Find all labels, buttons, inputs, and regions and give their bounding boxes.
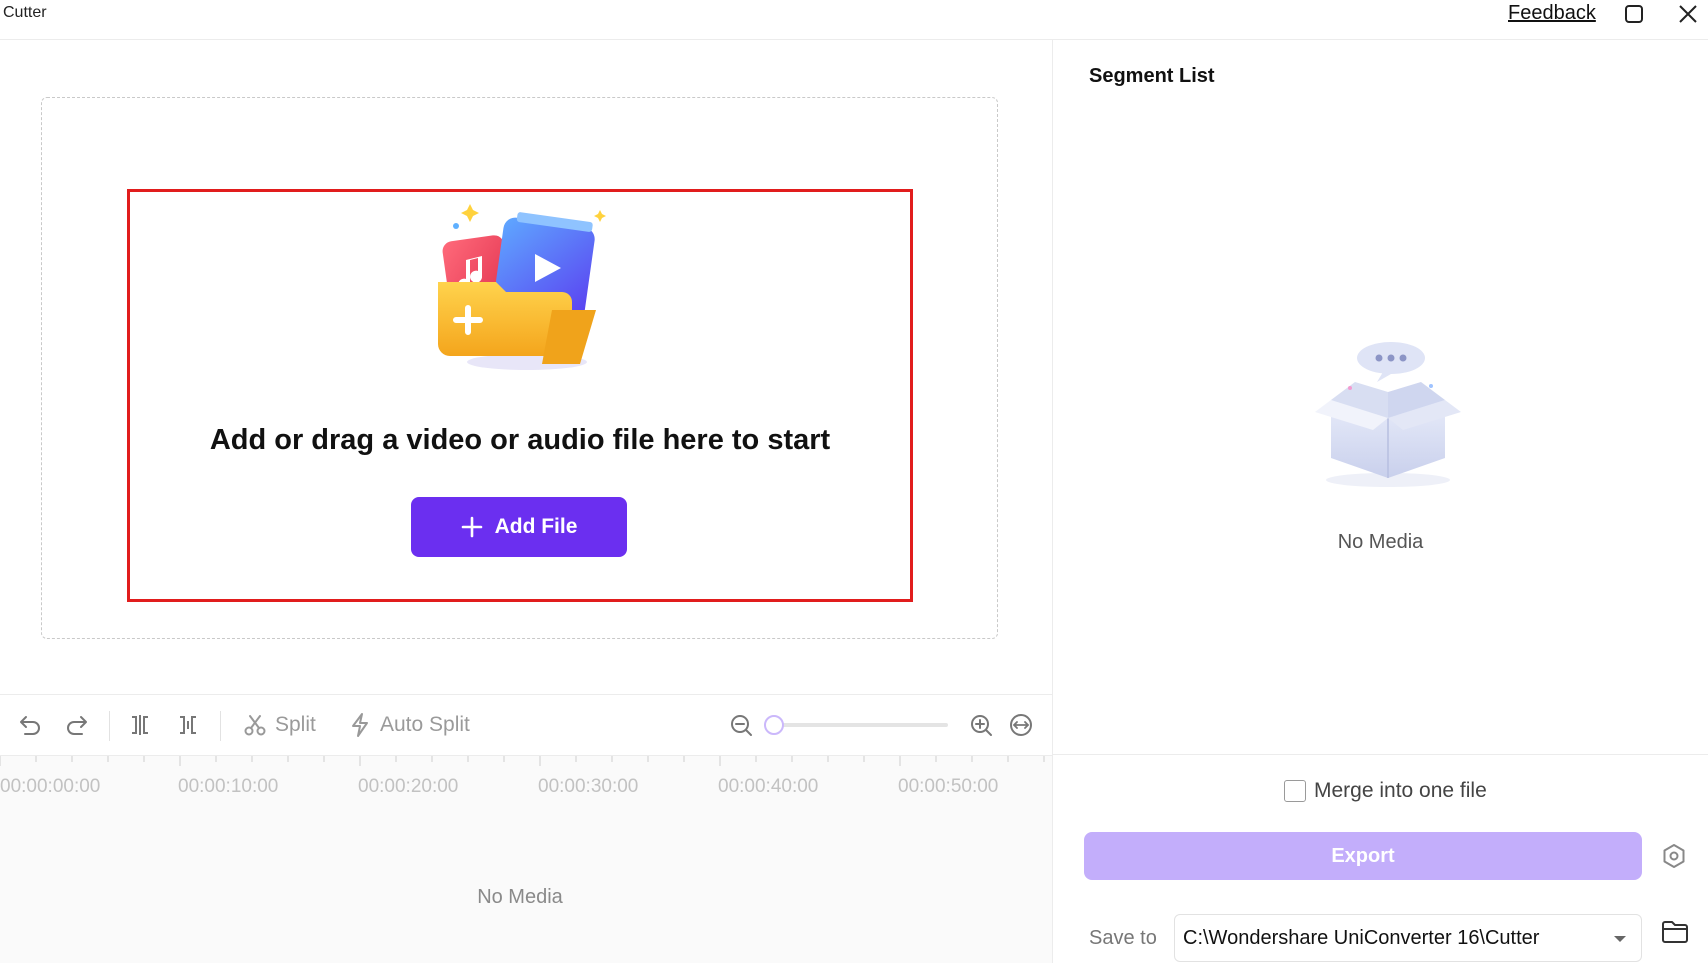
panel-divider: [1053, 754, 1708, 755]
segment-panel: Segment List No Media Merge into one fil…: [1053, 40, 1708, 963]
save-path-value: C:\Wondershare UniConverter 16\Cutter: [1183, 927, 1540, 949]
drop-prompt: Add or drag a video or audio file here t…: [209, 424, 831, 456]
export-settings-button[interactable]: [1658, 840, 1690, 872]
maximize-icon: [1625, 5, 1643, 23]
merge-option[interactable]: Merge into one file: [1284, 779, 1487, 803]
timeline-empty-text: No Media: [477, 886, 563, 908]
trim-end-icon: [180, 716, 196, 734]
close-icon: [1679, 5, 1697, 23]
redo-button[interactable]: [64, 708, 90, 742]
timeline-area[interactable]: 00:00:00:00 00:00:10:00 00:00:20:00 00:0…: [0, 756, 1052, 963]
auto-split-label: Auto Split: [380, 713, 470, 736]
feedback-link[interactable]: Feedback: [1508, 2, 1596, 25]
redo-icon: [67, 716, 87, 735]
trim-start-icon: [132, 715, 148, 735]
zoom-out-icon: [731, 715, 752, 736]
time-tick-label: 00:00:30:00: [538, 776, 639, 797]
fit-timeline-button[interactable]: [1008, 708, 1034, 742]
save-path-dropdown[interactable]: C:\Wondershare UniConverter 16\Cutter: [1174, 914, 1642, 962]
add-file-label: Add File: [494, 515, 578, 538]
title-bar: Cutter Feedback: [0, 0, 1708, 40]
plus-icon: [461, 516, 482, 538]
empty-box-icon: [1315, 342, 1461, 487]
segment-empty-text: No Media: [1337, 531, 1424, 553]
toolbar-divider: [109, 711, 110, 741]
dropdown-arrow-icon: [1614, 936, 1626, 942]
trim-end-button[interactable]: [176, 708, 200, 742]
time-tick-label: 00:00:40:00: [718, 776, 819, 797]
zoom-in-icon: [971, 715, 992, 736]
settings-icon: [1663, 844, 1685, 868]
timeline-toolbar: Split Auto Split: [0, 694, 1052, 756]
time-tick-label: 00:00:20:00: [358, 776, 459, 797]
zoom-slider-track[interactable]: [764, 723, 948, 727]
split-label: Split: [275, 713, 316, 736]
timeline-ruler: [0, 756, 1045, 766]
merge-label: Merge into one file: [1314, 779, 1487, 802]
split-button[interactable]: Split: [243, 708, 316, 742]
zoom-out-button[interactable]: [729, 708, 753, 742]
close-button[interactable]: [1668, 0, 1708, 28]
zoom-in-button[interactable]: [969, 708, 993, 742]
merge-checkbox[interactable]: [1284, 780, 1306, 802]
auto-split-button[interactable]: Auto Split: [348, 708, 470, 742]
zoom-slider-handle[interactable]: [764, 715, 784, 735]
toolbar-divider: [220, 711, 221, 741]
export-button[interactable]: Export: [1084, 832, 1642, 880]
time-tick-label: 00:00:10:00: [178, 776, 279, 797]
media-folder-icon: [438, 204, 606, 370]
time-tick-label: 00:00:50:00: [898, 776, 999, 797]
lightning-icon: [352, 713, 368, 737]
scissors-icon: [244, 715, 266, 736]
undo-icon: [20, 716, 40, 735]
trim-start-button[interactable]: [128, 708, 152, 742]
save-to-label: Save to: [1089, 927, 1157, 949]
undo-button[interactable]: [17, 708, 43, 742]
add-file-button[interactable]: Add File: [411, 497, 627, 557]
folder-icon: [1662, 921, 1688, 943]
window-title: Cutter: [3, 4, 47, 21]
fit-width-icon: [1010, 714, 1032, 736]
time-tick-label: 00:00:00:00: [0, 776, 101, 797]
open-folder-button[interactable]: [1658, 915, 1692, 949]
segment-list-title: Segment List: [1089, 65, 1215, 87]
maximize-button[interactable]: [1614, 0, 1654, 28]
